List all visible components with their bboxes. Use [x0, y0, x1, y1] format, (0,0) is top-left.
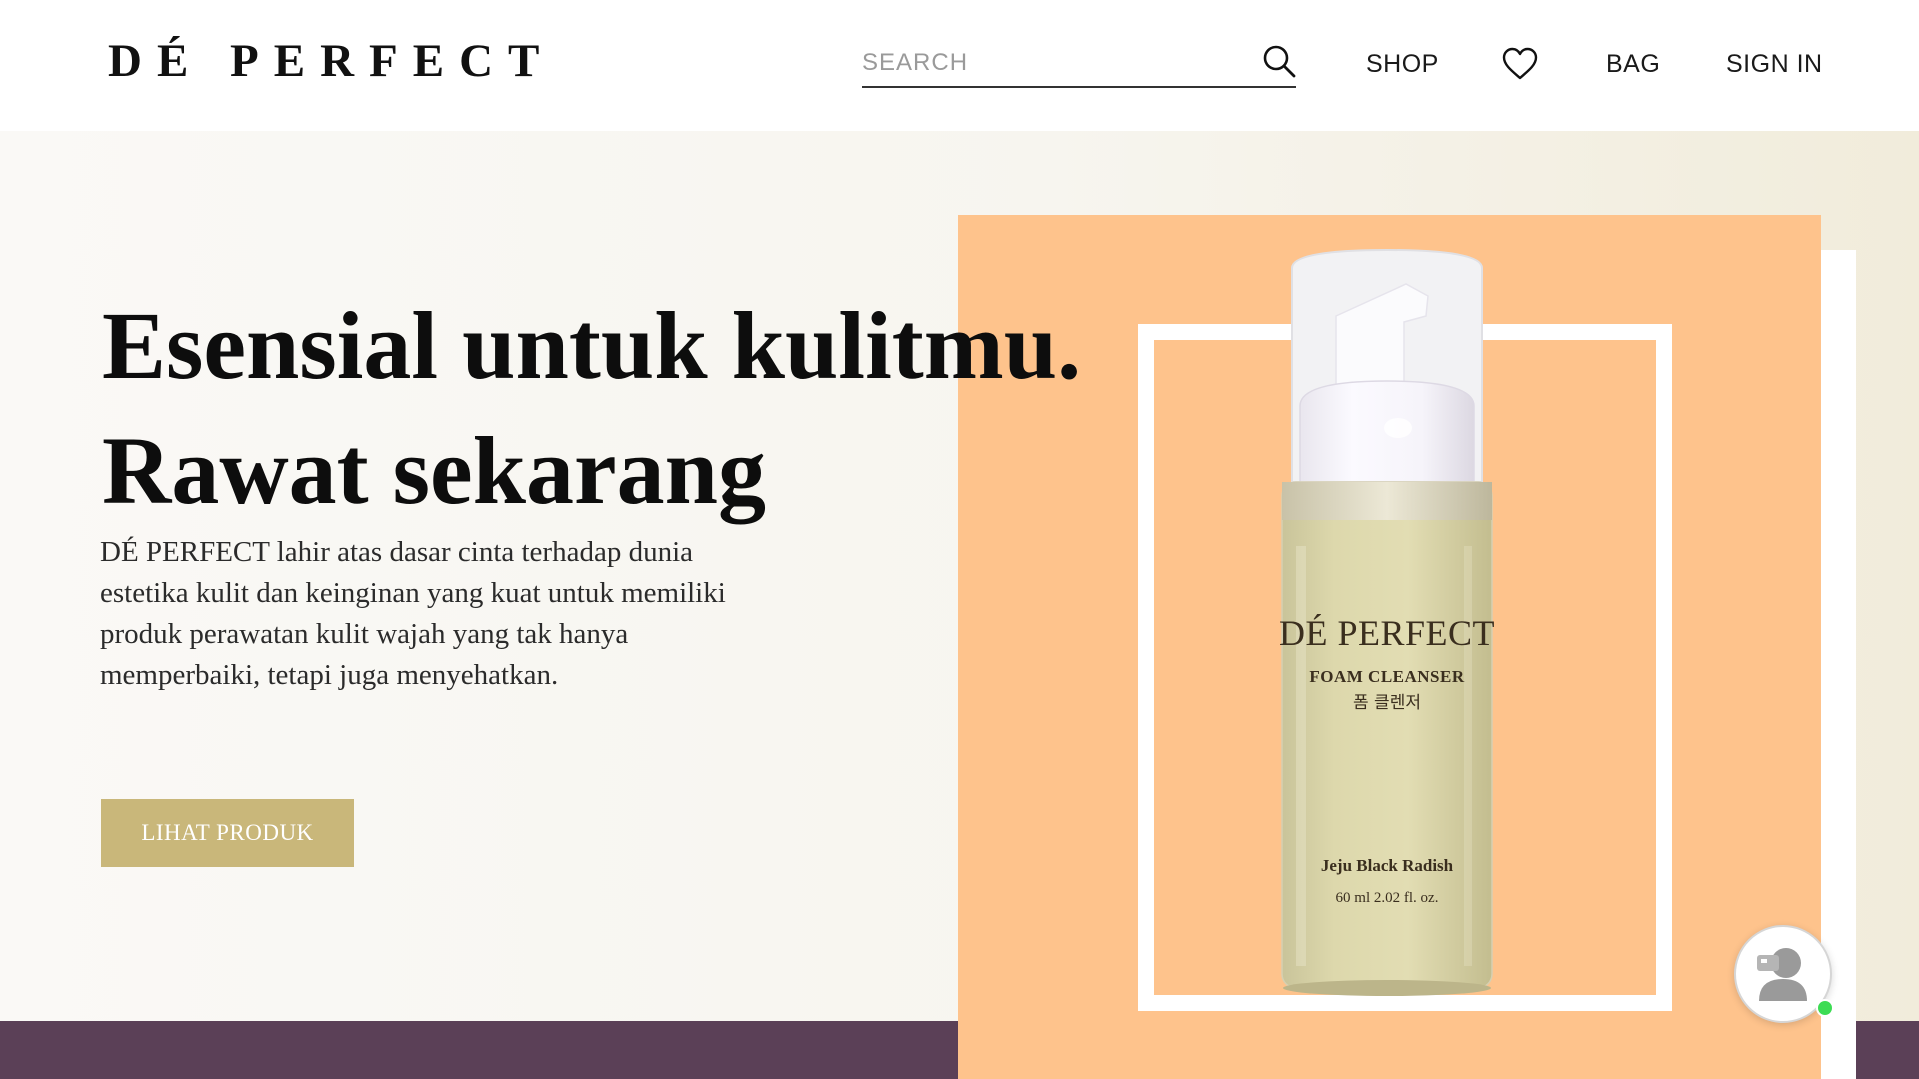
nav-bag[interactable]: BAG — [1606, 50, 1660, 79]
chat-widget-button[interactable] — [1734, 925, 1834, 1023]
search-icon[interactable] — [1262, 44, 1296, 78]
product-label-variant: Jeju Black Radish — [1320, 856, 1454, 875]
hero-title-line-2: Rawat sekarang — [102, 417, 766, 524]
brand-logo[interactable]: DÉ PERFECT — [108, 34, 554, 88]
product-label-type: FOAM CLEANSER — [1309, 667, 1465, 686]
nav-shop[interactable]: SHOP — [1366, 50, 1439, 79]
product-backdrop-lower — [958, 1021, 1821, 1079]
product-label-volume: 60 ml 2.02 fl. oz. — [1335, 890, 1439, 906]
view-products-button[interactable]: LIHAT PRODUK — [101, 799, 354, 867]
hero-title-line-1: Esensial untuk kulitmu. — [102, 292, 1082, 399]
product-label-brand: DÉ PERFECT — [1278, 613, 1496, 653]
chat-avatar-icon — [1757, 948, 1807, 1001]
search-bar — [862, 42, 1296, 88]
nav-sign-in[interactable]: SIGN IN — [1726, 50, 1823, 79]
online-status-indicator — [1816, 999, 1834, 1017]
search-input[interactable] — [862, 44, 1252, 82]
hero-description: DÉ PERFECT lahir atas dasar cinta terhad… — [100, 536, 726, 691]
product-label-korean: 폼 클렌저 — [1353, 693, 1421, 713]
site-header: DÉ PERFECT SHOP BAG SIGN IN — [0, 0, 1919, 131]
decorative-white-panel-lower — [1821, 1021, 1856, 1079]
heart-icon[interactable] — [1502, 46, 1538, 82]
